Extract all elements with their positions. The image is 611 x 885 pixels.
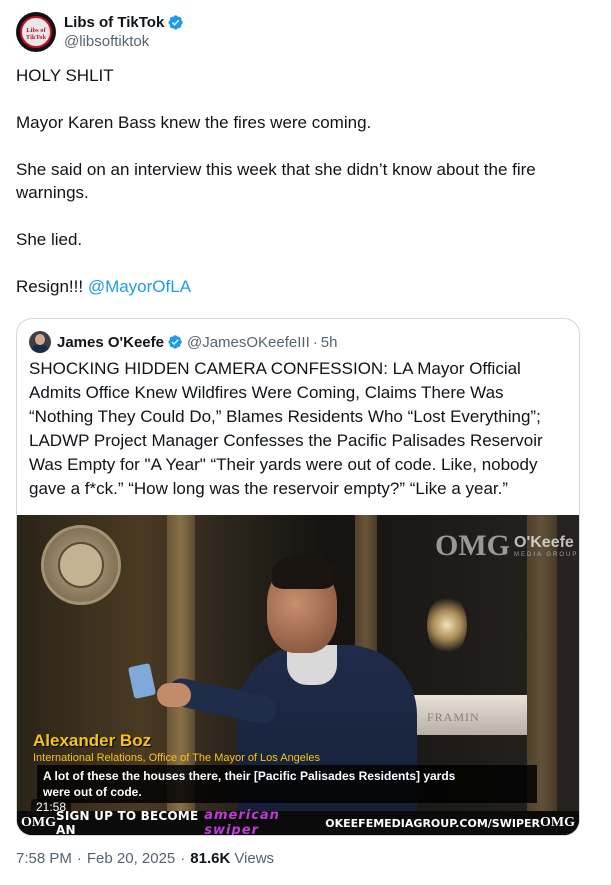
lower-third: Alexander Boz International Relations, O… — [33, 731, 320, 764]
quote-header: James O'Keefe @JamesOKeefeIII · 5h — [29, 331, 337, 353]
quote-author-name[interactable]: James O'Keefe — [57, 334, 164, 351]
banner-mark: OMG — [540, 815, 575, 830]
watermark-sub: MEDIA GROUP — [514, 552, 579, 558]
author-name-row: Libs of TikTok — [64, 12, 184, 32]
separator-dot: · — [76, 849, 82, 867]
video-player[interactable]: FRAMIN OMG O'Keefe MEDIA GROUP Alexander… — [17, 515, 579, 835]
separator-dot: · — [180, 849, 186, 867]
person-name-caption: Alexander Boz — [33, 731, 152, 750]
promo-banner: OMG SIGN UP TO BECOME AN american swiper… — [17, 808, 579, 835]
banner-mark: OMG — [21, 815, 56, 830]
video-person-hand — [157, 683, 191, 707]
quote-author-avatar[interactable] — [29, 331, 51, 353]
tweet-line: HOLY SHLIT — [16, 66, 114, 85]
tweet-line: Mayor Karen Bass knew the fires were com… — [16, 113, 372, 132]
subtitle-line: A lot of these the houses there, their [… — [43, 769, 456, 783]
views-count[interactable]: 81.6K — [190, 850, 230, 867]
quote-text: SHOCKING HIDDEN CAMERA CONFESSION: LA Ma… — [29, 359, 543, 498]
video-person-hair — [272, 555, 334, 589]
quote-timestamp[interactable]: 5h — [321, 334, 338, 351]
author-display-name[interactable]: Libs of TikTok — [64, 14, 164, 31]
tweet-date[interactable]: Feb 20, 2025 — [87, 850, 175, 867]
watermark-word: O'Keefe MEDIA GROUP — [514, 534, 578, 558]
subtitle-line: were out of code. — [43, 785, 142, 799]
tweet-text: HOLY SHLIT Mayor Karen Bass knew the fir… — [16, 64, 586, 298]
tweet-header: Libs of TikTok Libs of TikTok @libsoftik… — [16, 12, 184, 52]
tweet-line: She said on an interview this week that … — [16, 160, 536, 202]
banner-left-text: SIGN UP TO BECOME AN — [56, 809, 199, 835]
mention-link[interactable]: @MayorOfLA — [88, 277, 191, 296]
video-window-text: FRAMIN — [427, 710, 480, 724]
quote-author-handle[interactable]: @JamesOKeefeIII — [187, 334, 310, 351]
person-title-caption: International Relations, Office of The M… — [33, 752, 320, 764]
views-label: Views — [234, 849, 275, 867]
author-handle[interactable]: @libsoftiktok — [64, 32, 184, 52]
okeefe-watermark-logo: OMG O'Keefe MEDIA GROUP — [435, 529, 578, 563]
city-seal-image — [41, 525, 121, 605]
author-avatar[interactable]: Libs of TikTok — [16, 12, 56, 52]
subtitle-caption: A lot of these the houses there, their [… — [37, 765, 537, 803]
tweet-meta: 7:58 PM · Feb 20, 2025 · 81.6K Views — [16, 848, 274, 868]
quoted-tweet[interactable]: James O'Keefe @JamesOKeefeIII · 5h SHOCK… — [16, 318, 580, 836]
video-lamp — [427, 595, 467, 655]
banner-brand: american swiper — [204, 808, 280, 835]
verified-badge-icon[interactable] — [167, 14, 184, 31]
avatar-logo: Libs of TikTok — [20, 16, 52, 48]
tweet-line-text: Resign!!! — [16, 277, 88, 296]
tweet-line: She lied. — [16, 230, 83, 249]
tweet-time[interactable]: 7:58 PM — [16, 850, 72, 867]
avatar-logo-text: Libs of TikTok — [25, 27, 47, 41]
tweet-line: Resign!!! @MayorOfLA — [16, 275, 586, 298]
author-names: Libs of TikTok @libsoftiktok — [64, 12, 184, 52]
separator-dot: · — [312, 333, 318, 351]
watermark-name: O'Keefe — [514, 534, 574, 551]
banner-url: OKEEFEMEDIAGROUP.COM/SWIPER — [325, 816, 540, 830]
watermark-mark: OMG — [435, 529, 510, 562]
quote-verified-badge-icon[interactable] — [167, 334, 183, 350]
